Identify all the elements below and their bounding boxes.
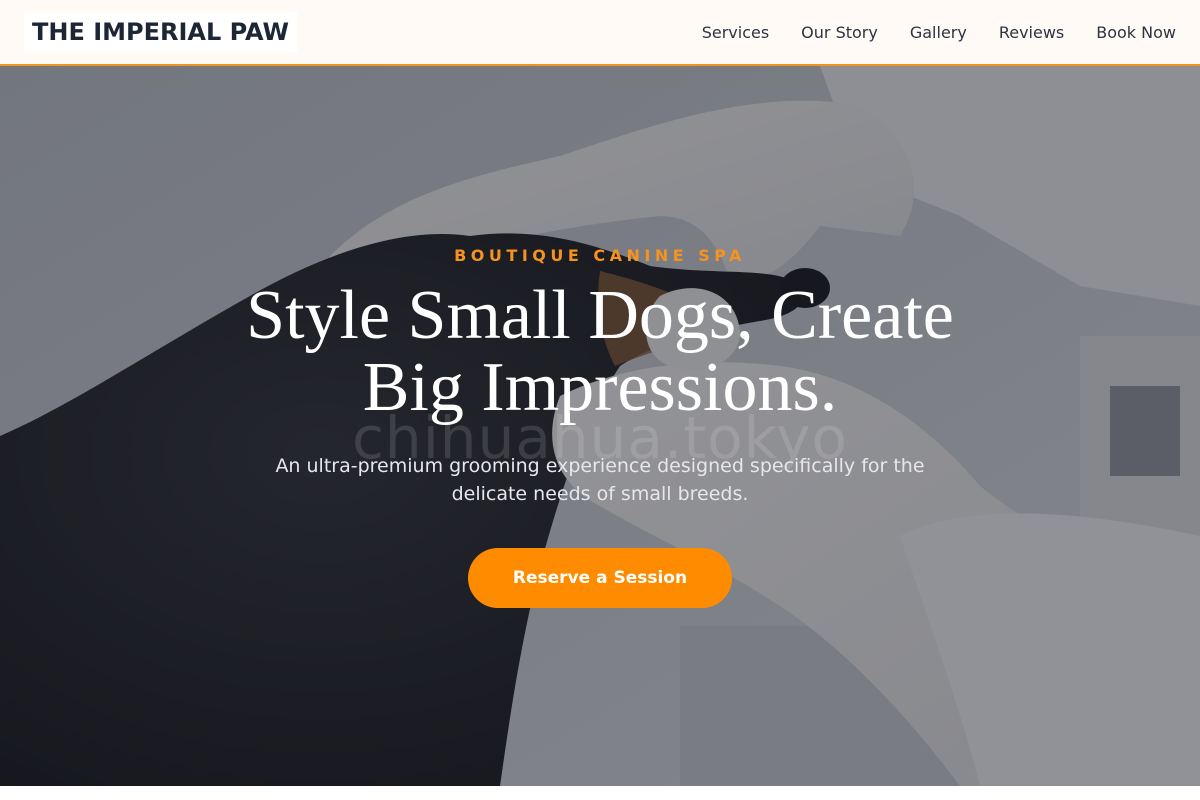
reserve-session-button[interactable]: Reserve a Session [468,548,732,608]
hero-eyebrow: BOUTIQUE CANINE SPA [454,246,746,265]
nav-link-book-now[interactable]: Book Now [1096,23,1176,42]
hero-subtext: An ultra-premium grooming experience des… [275,455,925,505]
site-logo[interactable]: THE IMPERIAL PAW [24,12,297,52]
page-bottom-strip [0,786,1200,800]
nav-link-reviews[interactable]: Reviews [999,23,1064,42]
hero-headline: Style Small Dogs, Create Big Impressions… [246,277,954,426]
nav-link-gallery[interactable]: Gallery [910,23,967,42]
site-header: THE IMPERIAL PAW Services Our Story Gall… [0,0,1200,66]
main-nav: Services Our Story Gallery Reviews Book … [670,23,1176,42]
hero-content: BOUTIQUE CANINE SPA Style Small Dogs, Cr… [0,66,1200,786]
nav-link-services[interactable]: Services [702,23,769,42]
hero-section: chihuahua.tokyo BOUTIQUE CANINE SPA Styl… [0,66,1200,786]
nav-link-our-story[interactable]: Our Story [801,23,878,42]
